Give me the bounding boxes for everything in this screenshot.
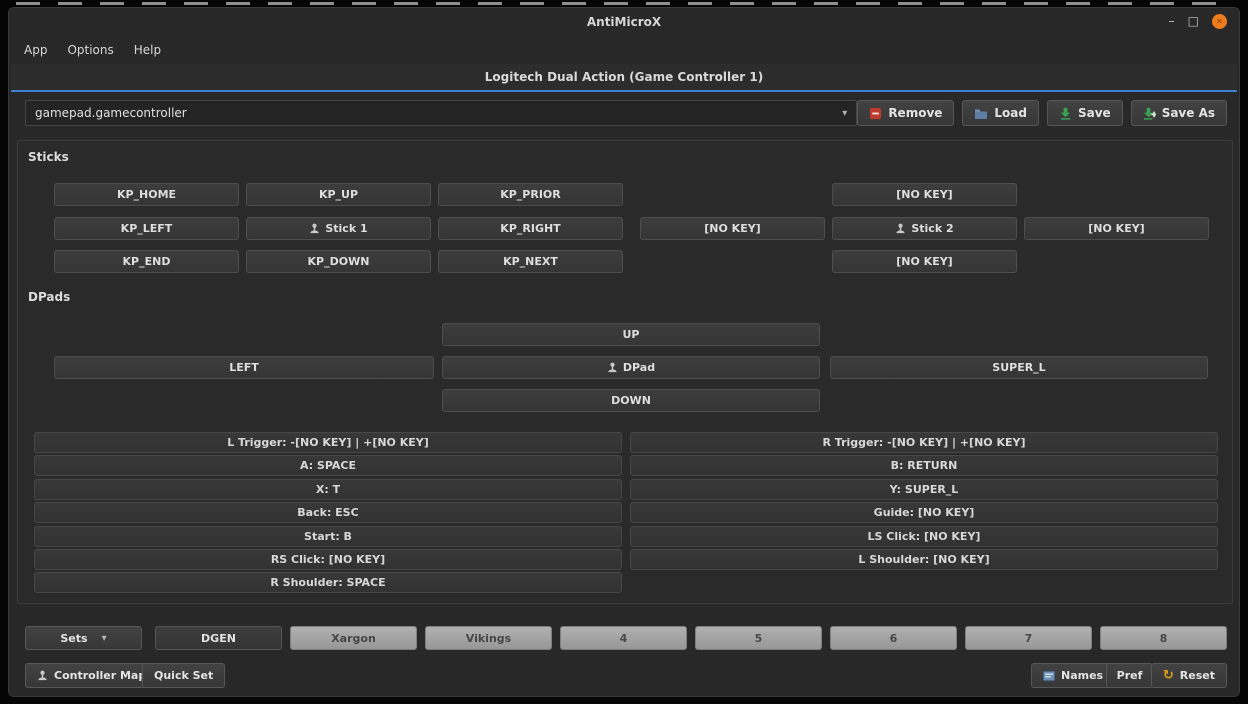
r-shoulder-button[interactable]: R Shoulder: SPACE	[34, 572, 622, 593]
save-as-button[interactable]: Save As	[1131, 100, 1227, 126]
stick1-up-right-button[interactable]: KP_PRIOR	[438, 183, 623, 206]
stick2-down-button[interactable]: [NO KEY]	[832, 250, 1017, 273]
set-tab-dgen[interactable]: DGEN	[155, 626, 282, 650]
stick1-down-button[interactable]: KP_DOWN	[246, 250, 431, 273]
remove-button[interactable]: Remove	[857, 100, 954, 126]
set-tab-8[interactable]: 8	[1100, 626, 1227, 650]
menu-app[interactable]: App	[15, 40, 56, 60]
menu-options[interactable]: Options	[58, 40, 122, 60]
set-tab-vikings[interactable]: Vikings	[425, 626, 552, 650]
sets-dropdown-button[interactable]: Sets ▾	[25, 626, 142, 650]
joystick-icon	[607, 362, 618, 373]
menubar: App Options Help	[15, 39, 170, 61]
set-tab-xargon[interactable]: Xargon	[290, 626, 417, 650]
chevron-down-icon: ▾	[102, 633, 107, 644]
l-trigger-button[interactable]: L Trigger: -[NO KEY] | +[NO KEY]	[34, 432, 622, 453]
titlebar-dash-decoration	[16, 2, 1232, 5]
minimize-button[interactable]: –	[1169, 14, 1175, 29]
stick2-center-button[interactable]: Stick 2	[832, 217, 1017, 240]
set-tab-6[interactable]: 6	[830, 626, 957, 650]
profile-row: gamepad.gamecontroller ▾ Remove Load S	[25, 100, 1227, 126]
reset-button[interactable]: ↻ Reset	[1151, 663, 1227, 688]
reset-icon: ↻	[1163, 670, 1174, 682]
maximize-button[interactable]: □	[1188, 14, 1199, 29]
window-title: AntiMicroX	[9, 15, 1239, 29]
pref-label: Pref	[1117, 669, 1143, 682]
stick1-up-left-button[interactable]: KP_HOME	[54, 183, 239, 206]
sets-label: Sets	[60, 632, 87, 645]
reset-label: Reset	[1180, 669, 1215, 682]
controller-tab[interactable]: Logitech Dual Action (Game Controller 1)	[11, 64, 1237, 92]
stick2-right-button[interactable]: [NO KEY]	[1024, 217, 1209, 240]
save-button[interactable]: Save	[1047, 100, 1123, 126]
dpad-label: DPad	[623, 361, 655, 374]
load-button[interactable]: Load	[962, 100, 1039, 126]
y-button[interactable]: Y: SUPER_L	[630, 479, 1218, 500]
titlebar[interactable]: AntiMicroX – □ ✕	[9, 8, 1239, 36]
back-button[interactable]: Back: ESC	[34, 502, 622, 523]
menu-help[interactable]: Help	[125, 40, 170, 60]
stick1-left-button[interactable]: KP_LEFT	[54, 217, 239, 240]
x-button[interactable]: X: T	[34, 479, 622, 500]
remove-icon	[869, 107, 882, 120]
save-label: Save	[1078, 106, 1111, 120]
set-tab-5[interactable]: 5	[695, 626, 822, 650]
stick2-label: Stick 2	[911, 222, 953, 235]
save-as-icon	[1143, 107, 1156, 120]
names-label: Names	[1061, 669, 1103, 682]
quick-set-button[interactable]: Quick Set	[142, 663, 225, 688]
profile-buttons: Remove Load Save Save As	[857, 100, 1227, 126]
chevron-down-icon: ▾	[842, 108, 847, 119]
joystick-icon	[37, 670, 48, 681]
stick2-left-button[interactable]: [NO KEY]	[640, 217, 825, 240]
dpad-up-button[interactable]: UP	[442, 323, 820, 346]
sticks-heading: Sticks	[28, 150, 69, 164]
close-button[interactable]: ✕	[1212, 14, 1227, 29]
ls-click-button[interactable]: LS Click: [NO KEY]	[630, 526, 1218, 547]
remove-label: Remove	[888, 106, 942, 120]
dpads-heading: DPads	[28, 290, 70, 304]
profile-combobox[interactable]: gamepad.gamecontroller ▾	[25, 100, 857, 126]
dpad-left-button[interactable]: LEFT	[54, 356, 434, 379]
stick1-center-button[interactable]: Stick 1	[246, 217, 431, 240]
r-trigger-button[interactable]: R Trigger: -[NO KEY] | +[NO KEY]	[630, 432, 1218, 453]
window-controls: – □ ✕	[1169, 14, 1227, 29]
set-tab-7[interactable]: 7	[965, 626, 1092, 650]
name-card-icon	[1043, 671, 1055, 681]
pref-button[interactable]: Pref	[1106, 663, 1153, 688]
start-button[interactable]: Start: B	[34, 526, 622, 547]
main-panel: Sticks KP_HOME KP_UP KP_PRIOR KP_LEFT St…	[17, 140, 1233, 604]
set-tab-4[interactable]: 4	[560, 626, 687, 650]
save-as-label: Save As	[1162, 106, 1215, 120]
stick1-right-button[interactable]: KP_RIGHT	[438, 217, 623, 240]
guide-button[interactable]: Guide: [NO KEY]	[630, 502, 1218, 523]
rs-click-button[interactable]: RS Click: [NO KEY]	[34, 549, 622, 570]
b-button[interactable]: B: RETURN	[630, 455, 1218, 476]
dpad-right-button[interactable]: SUPER_L	[830, 356, 1208, 379]
antimicrox-window: AntiMicroX – □ ✕ App Options Help Logite…	[8, 7, 1240, 697]
a-button[interactable]: A: SPACE	[34, 455, 622, 476]
dpad-center-button[interactable]: DPad	[442, 356, 820, 379]
l-shoulder-button[interactable]: L Shoulder: [NO KEY]	[630, 549, 1218, 570]
quick-set-label: Quick Set	[154, 669, 213, 682]
dpad-down-button[interactable]: DOWN	[442, 389, 820, 412]
stick1-down-left-button[interactable]: KP_END	[54, 250, 239, 273]
stick1-up-button[interactable]: KP_UP	[246, 183, 431, 206]
stick2-up-button[interactable]: [NO KEY]	[832, 183, 1017, 206]
folder-open-icon	[974, 107, 988, 120]
controller-title: Logitech Dual Action (Game Controller 1)	[485, 70, 763, 84]
names-button[interactable]: Names	[1031, 663, 1115, 688]
save-download-icon	[1059, 107, 1072, 120]
stick1-down-right-button[interactable]: KP_NEXT	[438, 250, 623, 273]
profile-value: gamepad.gamecontroller	[35, 106, 842, 120]
joystick-icon	[895, 223, 906, 234]
stick1-label: Stick 1	[325, 222, 367, 235]
joystick-icon	[309, 223, 320, 234]
sets-row: Sets ▾ DGEN Xargon Vikings 4 5 6 7 8	[9, 626, 1239, 650]
load-label: Load	[994, 106, 1027, 120]
